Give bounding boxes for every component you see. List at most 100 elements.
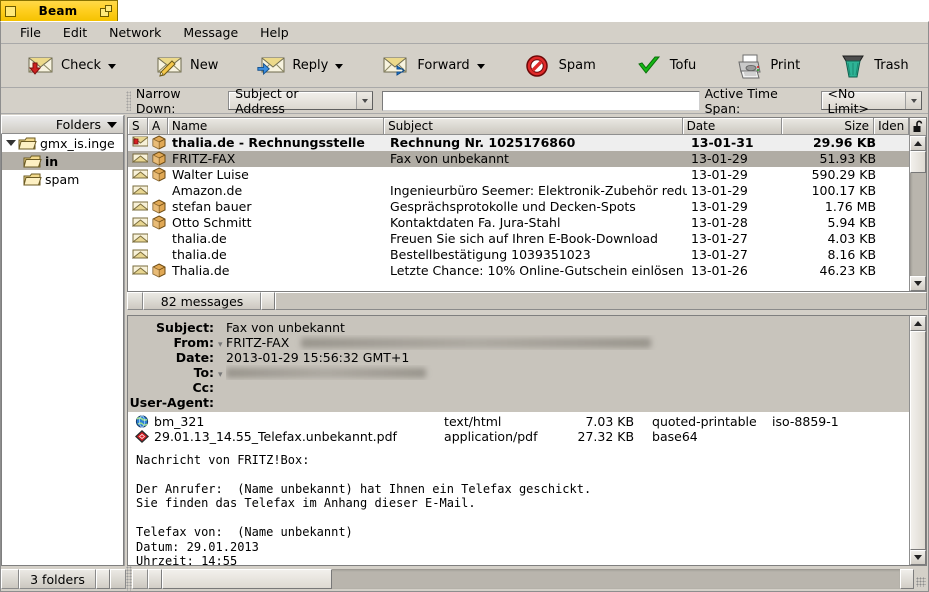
active-time-span-select[interactable]: <No Limit> <box>820 86 922 116</box>
message-view-vertical-scrollbar[interactable] <box>909 315 926 565</box>
toolbar-forward-button[interactable]: Forward <box>375 46 490 86</box>
green-check-icon <box>634 52 664 80</box>
attachment-size: 27.32 KB <box>577 428 635 444</box>
envelope-read-icon <box>131 185 149 195</box>
header-to-menu-icon[interactable]: ▾ <box>218 370 226 380</box>
menu-message[interactable]: Message <box>172 23 249 43</box>
chevron-down-icon[interactable] <box>335 64 344 69</box>
attachment-item[interactable]: 29.01.13_14.55_Telefax.unbekannt.pdf app… <box>128 429 909 444</box>
header-cc: Cc: <box>128 380 909 395</box>
header-cc-key: Cc: <box>192 379 215 395</box>
table-row[interactable]: FRITZ-FAX Fax von unbekannt 13-01-29 51.… <box>128 151 909 167</box>
menu-edit[interactable]: Edit <box>52 23 98 43</box>
message-list-vertical-scrollbar[interactable] <box>909 118 926 292</box>
folder-count-label[interactable]: 3 folders <box>19 569 96 589</box>
window-title-tab[interactable]: Beam <box>0 0 118 21</box>
header-from: From: ▾ FRITZ-FAX <box>128 335 909 350</box>
table-row[interactable]: thalia.de - Rechnungsstelle Rechnung Nr.… <box>128 135 909 151</box>
scroll-down-button[interactable] <box>910 550 926 565</box>
table-row[interactable]: Otto Schmitt Kontaktdaten Fa. Jura-Stahl… <box>128 215 909 231</box>
toolbar-new-button[interactable]: New <box>148 46 224 86</box>
message-list-header: S A Name Subject Date Size Iden <box>128 118 909 135</box>
column-header-subject[interactable]: Subject <box>384 118 683 135</box>
column-header-date[interactable]: Date <box>682 118 782 135</box>
chevron-down-icon[interactable] <box>476 64 485 69</box>
narrow-down-input[interactable] <box>382 90 700 111</box>
header-from-menu-icon[interactable]: ▾ <box>218 340 226 350</box>
envelope-read-icon <box>131 249 149 259</box>
toolbar-tofu-button[interactable]: Tofu <box>628 46 703 86</box>
row-name-cell: thalia.de <box>172 231 227 246</box>
attachment-type: application/pdf <box>444 428 538 444</box>
toolbar-spam-button[interactable]: Spam <box>517 46 602 86</box>
folder-tree-item-in[interactable]: in <box>2 152 124 170</box>
status-right-pad <box>110 569 126 589</box>
column-header-attach[interactable]: A <box>147 118 168 135</box>
chevron-down-icon[interactable] <box>108 64 116 69</box>
toolbar-drag-handle[interactable] <box>126 90 131 111</box>
menu-network[interactable]: Network <box>98 23 172 43</box>
scroll-left-button[interactable] <box>148 569 162 589</box>
row-date-cell: 13-01-28 <box>691 215 748 230</box>
scroll-left-button[interactable] <box>261 292 276 310</box>
menu-help[interactable]: Help <box>249 23 300 43</box>
scroll-down-button[interactable] <box>910 276 926 292</box>
window-resize-grip[interactable] <box>914 569 928 589</box>
attachment-charset: iso-8859-1 <box>772 413 839 429</box>
redacted-email-address <box>301 338 652 349</box>
folder-scroll-right-button[interactable] <box>96 569 110 589</box>
scroll-thumb[interactable] <box>910 330 926 550</box>
scroll-thumb[interactable] <box>162 569 332 589</box>
scroll-up-button[interactable] <box>910 136 926 151</box>
scroll-thumb[interactable] <box>910 151 926 173</box>
footer-scroll-track[interactable] <box>275 292 927 310</box>
column-header-status[interactable]: S <box>128 118 148 135</box>
close-box-icon[interactable] <box>5 5 16 17</box>
header-date: Date: 2013-01-29 15:56:32 GMT+1 <box>128 350 909 365</box>
scroll-track[interactable] <box>910 330 926 550</box>
folders-header[interactable]: Folders <box>1 115 125 134</box>
narrow-down-select[interactable]: Subject or Address <box>228 86 374 116</box>
column-header-name[interactable]: Name <box>167 118 385 135</box>
folder-tree-item-spam[interactable]: spam <box>2 170 123 188</box>
table-row[interactable]: stefan bauer Gesprächsprotokolle und Dec… <box>128 199 909 215</box>
chevron-down-icon[interactable] <box>356 92 373 109</box>
scroll-right-button[interactable] <box>900 569 914 589</box>
toolbar-reply-button[interactable]: Reply <box>250 46 349 86</box>
table-row[interactable]: thalia.de Freuen Sie sich auf Ihren E-Bo… <box>128 231 909 247</box>
chevron-down-icon[interactable] <box>107 121 118 128</box>
scroll-track[interactable] <box>162 569 900 589</box>
scroll-up-button[interactable] <box>910 315 926 331</box>
table-row[interactable]: Thalia.de Letzte Chance: 10% Online-Guts… <box>128 263 909 279</box>
column-header-size[interactable]: Size <box>781 118 875 135</box>
toolbar-print-button[interactable]: Print <box>728 46 806 86</box>
folder-tree[interactable]: gmx_is.inge in spam <box>1 134 125 566</box>
menu-file[interactable]: File <box>9 23 52 43</box>
folder-tree-item-account[interactable]: gmx_is.inge <box>2 134 123 152</box>
horizontal-scrollbar[interactable] <box>132 566 928 591</box>
row-identity-cell <box>880 167 909 183</box>
package-attachment-icon <box>152 167 166 182</box>
toolbar-check-button[interactable]: Check <box>19 46 122 86</box>
chevron-down-icon[interactable] <box>905 92 921 109</box>
column-lock-corner[interactable] <box>910 118 926 136</box>
window-frame: File Edit Network Message Help Check New… <box>0 21 929 592</box>
toolbar-reply-label: Reply <box>292 58 329 73</box>
attachment-item[interactable]: bm_321 text/html 7.03 KB quoted-printabl… <box>128 414 909 429</box>
message-list-rows[interactable]: thalia.de - Rechnungsstelle Rechnung Nr.… <box>128 135 909 292</box>
disclosure-triangle-icon[interactable] <box>6 140 16 146</box>
row-subject-cell: Letzte Chance: 10% Online-Gutschein einl… <box>390 263 684 278</box>
column-header-identity[interactable]: Iden <box>874 118 909 135</box>
row-size-cell: 8.16 KB <box>827 247 877 262</box>
folder-status-area: 3 folders <box>1 566 126 591</box>
zoom-box-icon[interactable] <box>100 5 113 17</box>
table-row[interactable]: Walter Luise 13-01-29 590.29 KB <box>128 167 909 183</box>
table-row[interactable]: Amazon.de Ingenieurbüro Seemer: Elektron… <box>128 183 909 199</box>
row-attachment-cell <box>148 167 168 183</box>
message-count-label[interactable]: 82 messages <box>143 292 262 310</box>
toolbar-trash-button[interactable]: Trash <box>832 46 914 86</box>
table-row[interactable]: thalia.de Bestellbestätigung 1039351023 … <box>128 247 909 263</box>
scroll-track[interactable] <box>910 151 926 277</box>
pane-divider[interactable] <box>127 310 927 314</box>
header-subject-key: Subject: <box>156 319 215 335</box>
